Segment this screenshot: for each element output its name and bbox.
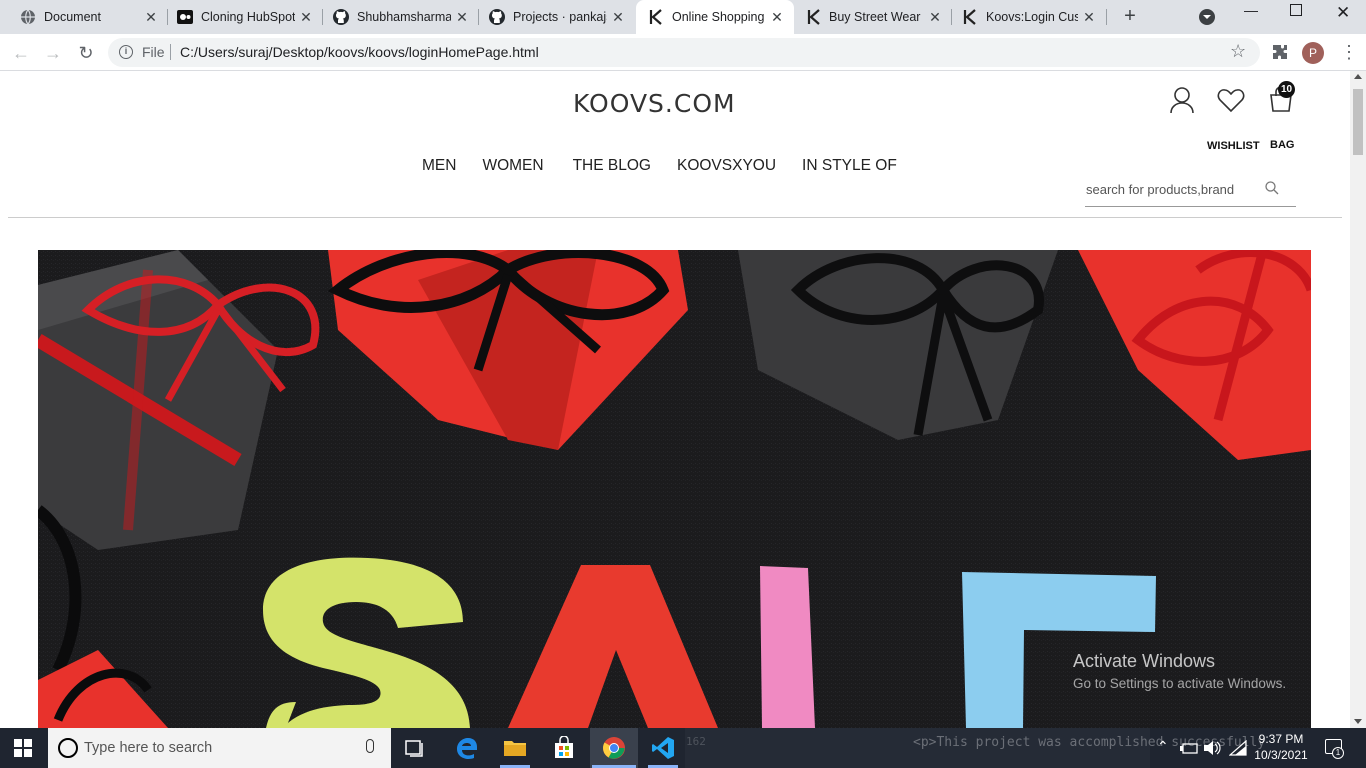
scroll-up-icon[interactable] [1354, 74, 1362, 79]
extensions-icon[interactable] [1272, 44, 1288, 65]
windows-start-icon[interactable] [14, 739, 32, 757]
info-icon[interactable]: i [119, 45, 133, 59]
page-scrollbar[interactable] [1350, 71, 1366, 728]
volume-icon[interactable] [1203, 740, 1221, 756]
nav-item-in-style-of[interactable]: IN STYLE OF [802, 157, 897, 175]
tab-search-icon[interactable] [1199, 9, 1215, 25]
wifi-icon[interactable] [1229, 740, 1247, 756]
tab-koovs-login[interactable]: Koovs:Login Cust ✕ [952, 0, 1106, 34]
browser-tab-strip: Document ✕ Cloning HubSpot ✕ Shubhamshar… [0, 0, 1366, 34]
task-view-icon[interactable] [404, 736, 428, 760]
nav-item-the-blog[interactable]: THE BLOG [573, 157, 651, 175]
main-nav: MEN WOMEN THE BLOG KOOVSXYOU IN STYLE OF [422, 157, 923, 175]
account-icon[interactable] [1169, 86, 1195, 114]
browser-menu-icon[interactable]: ⋮ [1340, 42, 1358, 63]
search-input[interactable] [1086, 182, 1256, 197]
tab-label: Koovs:Login Cust [986, 10, 1078, 24]
close-icon[interactable]: ✕ [1080, 8, 1098, 26]
windows-taskbar: Type here to search 162 <p>This project … [0, 728, 1366, 768]
scroll-down-icon[interactable] [1354, 719, 1362, 724]
close-icon[interactable]: ✕ [926, 8, 944, 26]
file-explorer-icon[interactable] [503, 736, 527, 760]
nav-item-koovsxyou[interactable]: KOOVSXYOU [677, 157, 776, 175]
tab-label: Online Shopping [672, 10, 764, 24]
activate-windows-watermark: Activate Windows Go to Settings to activ… [1073, 651, 1286, 691]
forward-icon[interactable]: → [42, 42, 64, 64]
search-box [1085, 175, 1296, 207]
bag-link[interactable]: BAG [1270, 139, 1294, 151]
new-tab-button[interactable]: + [1119, 6, 1141, 28]
profile-avatar[interactable]: P [1302, 42, 1324, 64]
wishlist-link[interactable]: WISHLIST [1207, 140, 1260, 152]
tray-chevron-icon[interactable]: ⌃ [1157, 738, 1169, 755]
notification-count-badge: 1 [1332, 747, 1344, 759]
github-icon [489, 9, 505, 25]
hubspot-icon [177, 10, 193, 24]
cortana-icon [58, 738, 78, 758]
store-icon[interactable] [552, 736, 576, 760]
tab-label: Buy Street Wear [829, 10, 921, 24]
tab-cloning-hubspot[interactable]: Cloning HubSpot ✕ [157, 0, 323, 34]
watermark-title: Activate Windows [1073, 651, 1216, 671]
koovs-icon [649, 9, 662, 25]
koovs-icon [963, 9, 976, 25]
koovs-icon [807, 9, 820, 25]
microphone-icon[interactable] [366, 739, 374, 753]
chrome-icon[interactable] [602, 736, 626, 760]
tab-projects[interactable]: Projects · pankaj5 ✕ [469, 0, 635, 34]
github-icon [333, 9, 349, 25]
scroll-thumb[interactable] [1353, 89, 1363, 155]
minimize-icon[interactable]: — [1244, 2, 1258, 18]
watermark-subtitle: Go to Settings to activate Windows. [1073, 676, 1287, 691]
tab-label: Document [44, 10, 101, 24]
bag-count-badge: 10 [1278, 81, 1295, 98]
address-bar[interactable]: i File C:/Users/suraj/Desktop/koovs/koov… [108, 38, 1260, 67]
battery-icon[interactable] [1179, 740, 1199, 756]
header-divider [8, 217, 1342, 218]
search-icon[interactable] [1265, 181, 1279, 195]
back-icon[interactable]: ← [10, 42, 32, 64]
tab-document[interactable]: Document ✕ [0, 0, 168, 34]
tab-online-shopping[interactable]: Online Shopping ✕ [636, 0, 794, 34]
close-window-icon[interactable]: ✕ [1336, 3, 1350, 23]
browser-toolbar: ← → ↻ i File C:/Users/suraj/Desktop/koov… [0, 34, 1366, 71]
bookmark-star-icon[interactable]: ☆ [1230, 41, 1246, 62]
file-scheme-label: File [142, 44, 165, 60]
close-icon[interactable]: ✕ [609, 8, 627, 26]
tab-shubhamsharma[interactable]: Shubhamsharma ✕ [313, 0, 479, 34]
tab-buy-street-wear[interactable]: Buy Street Wear ✕ [794, 0, 952, 34]
taskbar-search-placeholder: Type here to search [84, 740, 213, 756]
tab-label: Cloning HubSpot [201, 10, 295, 24]
edge-icon[interactable] [455, 736, 479, 760]
tab-label: Shubhamsharma [357, 10, 451, 24]
nav-item-women[interactable]: WOMEN [482, 157, 543, 175]
globe-icon [21, 9, 35, 25]
code-line-number: 162 [686, 735, 706, 748]
site-logo[interactable]: KOOVS.COM [573, 89, 736, 118]
reload-icon[interactable]: ↻ [75, 42, 97, 64]
restore-icon[interactable] [1290, 4, 1302, 16]
nav-item-men[interactable]: MEN [422, 157, 456, 175]
vscode-icon[interactable] [651, 736, 675, 760]
tab-label: Projects · pankaj5 [513, 10, 607, 24]
url-text[interactable]: C:/Users/suraj/Desktop/koovs/koovs/login… [180, 44, 539, 60]
page-viewport: KOOVS.COM 10 WISHLIST BAG MEN WOMEN THE … [0, 71, 1350, 728]
heart-icon[interactable] [1217, 88, 1245, 113]
system-clock[interactable]: 9:37 PM 10/3/2021 [1251, 731, 1311, 763]
clock-date: 10/3/2021 [1254, 748, 1308, 762]
taskbar-search[interactable]: Type here to search [48, 728, 391, 768]
close-icon[interactable]: ✕ [768, 8, 786, 26]
clock-time: 9:37 PM [1258, 732, 1304, 746]
